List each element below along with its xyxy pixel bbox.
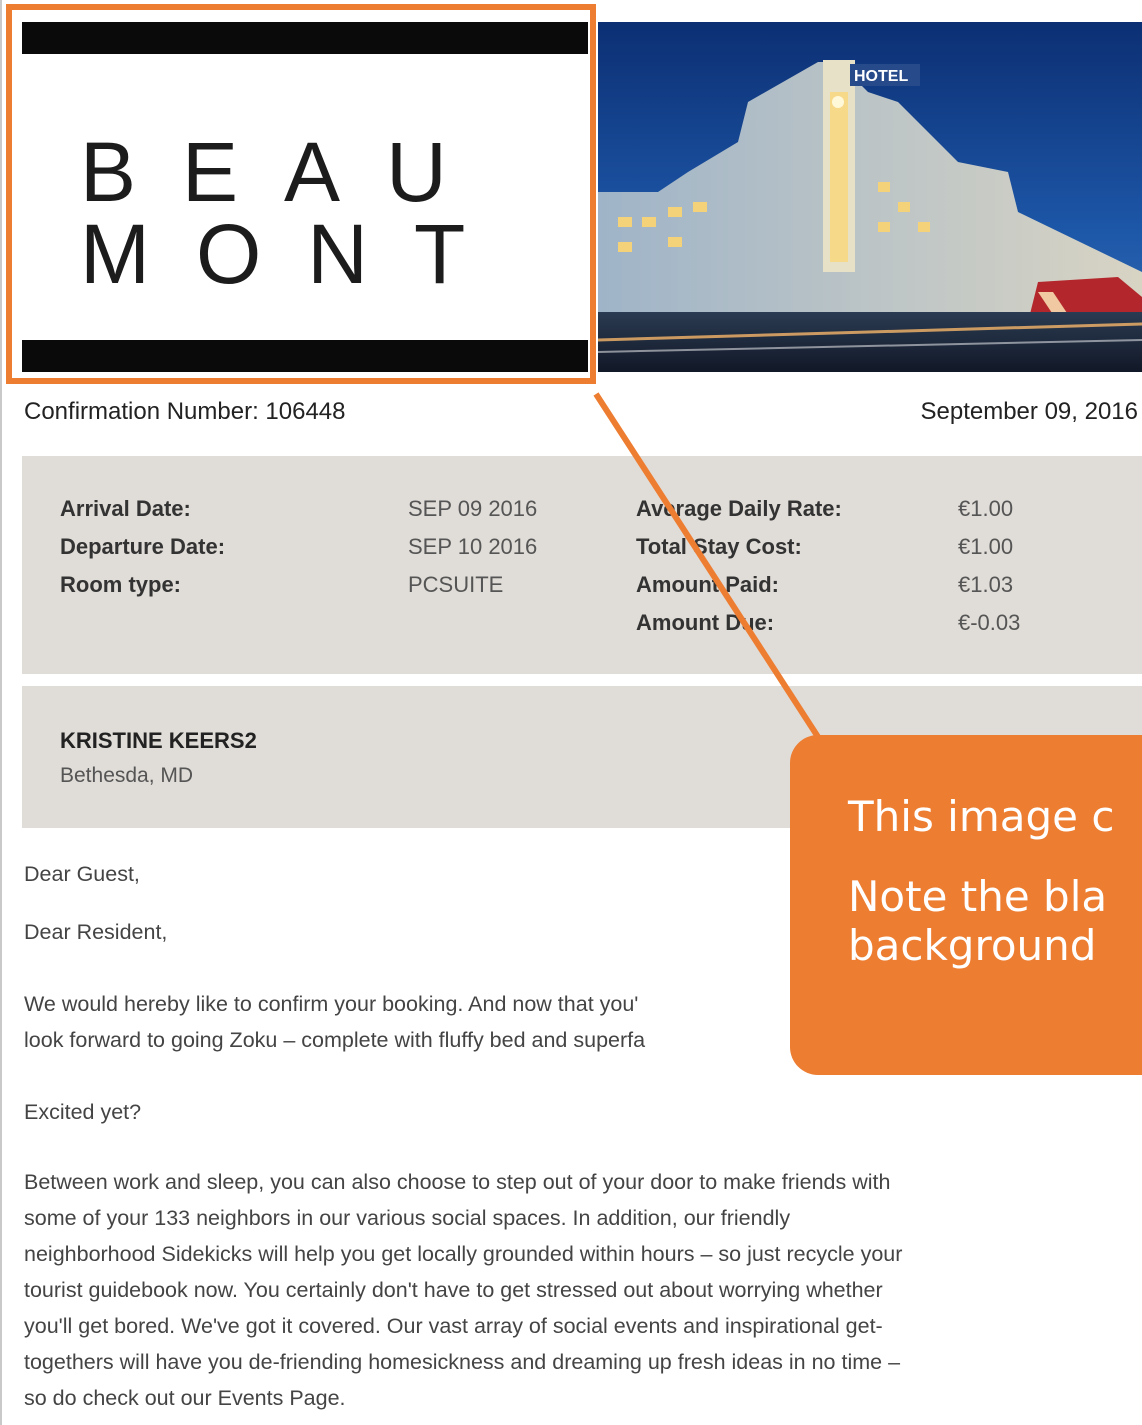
- booking-details-panel: Arrival Date: SEP 09 2016 Departure Date…: [22, 456, 1142, 674]
- body-line-6: togethers will have you de-friending hom…: [24, 1350, 901, 1374]
- total-stay-cost-value: €1.00: [958, 534, 1014, 559]
- arrival-date-label: Arrival Date:: [60, 496, 191, 521]
- room-type-label: Room type:: [60, 572, 181, 597]
- amount-paid-label: Amount Paid:: [636, 572, 779, 597]
- hotel-photo: HOTEL: [598, 22, 1142, 372]
- total-stay-cost-label: Total Stay Cost:: [636, 534, 802, 559]
- amount-due-label: Amount Due:: [636, 610, 775, 635]
- page-left-border: [0, 0, 2, 1425]
- arrival-date-value: SEP 09 2016: [408, 496, 538, 521]
- excited-line: Excited yet?: [24, 1100, 142, 1124]
- booking-date: September 09, 2016: [920, 398, 1139, 425]
- average-daily-rate-label: Average Daily Rate:: [636, 496, 842, 521]
- amount-due-value: €-0.03: [958, 610, 1021, 635]
- callout-line-1: This image c: [848, 792, 1115, 841]
- callout-line-3: background: [848, 920, 1097, 970]
- guest-name: KRISTINE KEERS2: [60, 728, 257, 753]
- guest-city: Bethesda, MD: [60, 764, 194, 787]
- callout-line-2: Note the bla: [848, 872, 1108, 922]
- confirmation-number: Confirmation Number: 106448: [24, 398, 346, 425]
- body-line-1: Between work and sleep, you can also cho…: [24, 1170, 891, 1194]
- room-type-value: PCSUITE: [408, 572, 504, 597]
- body-line-5: you'll get bored. We've got it covered. …: [24, 1314, 883, 1338]
- departure-date-label: Departure Date:: [60, 534, 226, 559]
- average-daily-rate-value: €1.00: [958, 496, 1014, 521]
- departure-date-value: SEP 10 2016: [408, 534, 538, 559]
- annotation-callout: This image c Note the bla background: [790, 735, 1142, 1075]
- hotel-sign-text: HOTEL: [854, 68, 908, 85]
- body-line-4: tourist guidebook now. You certainly don…: [24, 1278, 883, 1302]
- body-line-3: neighborhood Sidekicks will help you get…: [24, 1242, 903, 1266]
- body-line-2: some of your 133 neighbors in our variou…: [24, 1206, 791, 1230]
- logo-highlight-box: [6, 4, 596, 384]
- amount-paid-value: €1.03: [958, 572, 1014, 597]
- events-page-line: so do check out our Events Page.: [24, 1386, 346, 1410]
